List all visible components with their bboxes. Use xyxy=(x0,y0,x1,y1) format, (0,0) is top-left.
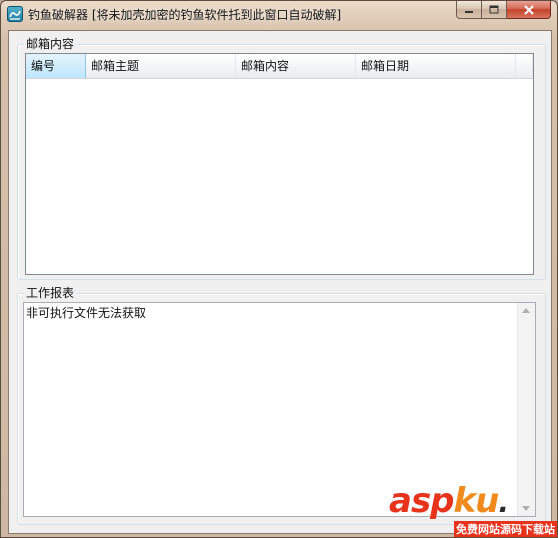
title-bar[interactable]: 钓鱼破解器 [将未加壳加密的钓鱼软件托到此窗口自动破解] xyxy=(1,1,557,27)
minimize-icon xyxy=(465,10,473,13)
watermark-logo: aspku. xyxy=(389,481,509,523)
listview-header: 编号 邮箱主题 邮箱内容 邮箱日期 xyxy=(26,54,533,79)
close-button[interactable] xyxy=(507,1,551,19)
close-icon xyxy=(523,4,534,15)
watermark-brand: asp xyxy=(389,481,455,521)
watermark-tagline: 免费网站源码下载站 xyxy=(454,521,557,537)
minimize-button[interactable] xyxy=(456,1,482,19)
column-header-subject[interactable]: 邮箱主题 xyxy=(86,54,236,78)
column-header-content[interactable]: 邮箱内容 xyxy=(236,54,356,78)
app-window: 钓鱼破解器 [将未加壳加密的钓鱼软件托到此窗口自动破解] 邮箱内容 编号 邮箱主… xyxy=(0,0,558,538)
maximize-button[interactable] xyxy=(482,1,507,19)
maximize-icon xyxy=(489,5,499,14)
mailbox-listview[interactable]: 编号 邮箱主题 邮箱内容 邮箱日期 xyxy=(25,53,534,275)
watermark-brand-ku: ku xyxy=(453,481,500,521)
column-header-filler xyxy=(516,54,533,78)
scroll-up-arrow-icon[interactable] xyxy=(522,308,530,313)
column-header-date[interactable]: 邮箱日期 xyxy=(356,54,516,78)
site-watermark: aspku. 免费网站源码下载站 xyxy=(383,481,557,537)
column-header-id[interactable]: 编号 xyxy=(26,54,86,78)
app-icon[interactable] xyxy=(7,6,23,22)
watermark-dot: . xyxy=(498,486,509,519)
caption-buttons xyxy=(456,1,551,20)
client-area: 邮箱内容 编号 邮箱主题 邮箱内容 邮箱日期 工作报表 非可执行文件无法获取 xyxy=(8,30,552,534)
window-title: 钓鱼破解器 [将未加壳加密的钓鱼软件托到此窗口自动破解] xyxy=(28,8,342,22)
report-log-text: 非可执行文件无法获取 xyxy=(26,306,147,320)
mailbox-group-label: 邮箱内容 xyxy=(24,37,77,51)
report-group-label: 工作报表 xyxy=(24,286,77,300)
